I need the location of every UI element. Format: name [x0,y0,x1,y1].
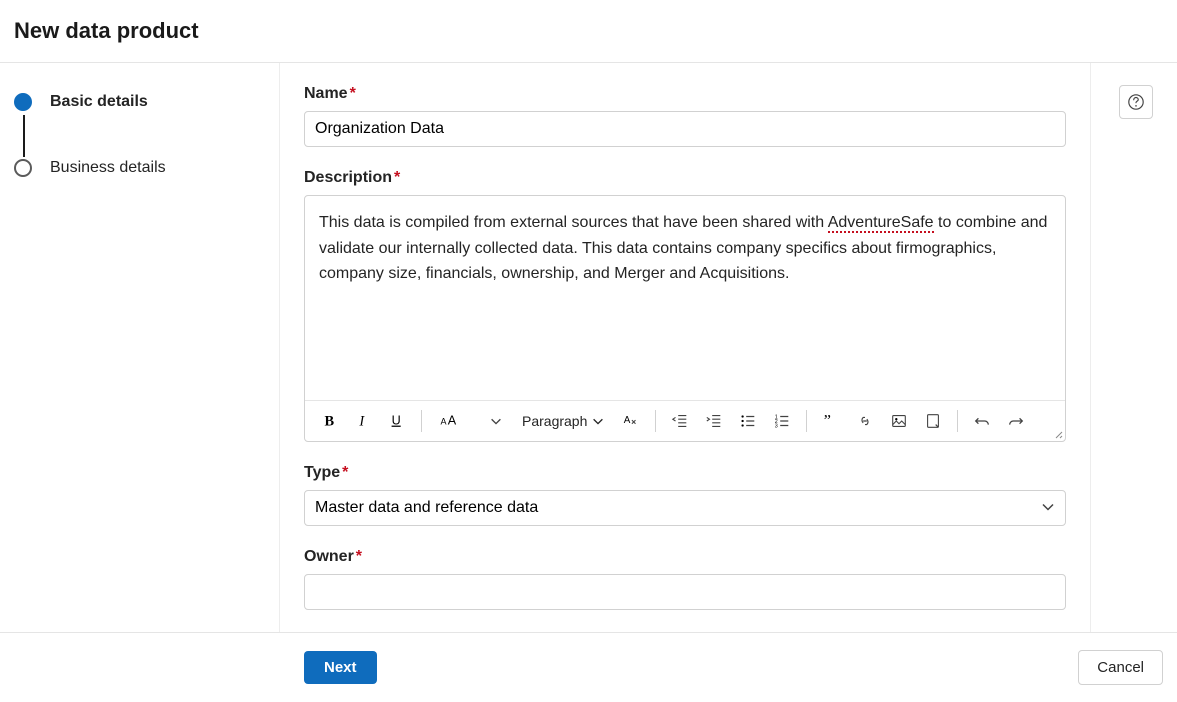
font-size-button[interactable]: AA [432,407,476,435]
image-button[interactable] [885,407,913,435]
svg-text:A: A [624,415,631,426]
name-input[interactable] [304,111,1066,147]
svg-text:U: U [392,414,401,428]
quote-button[interactable]: ” [817,407,845,435]
font-size-dropdown[interactable] [482,407,510,435]
step-indicator-inactive [14,159,32,177]
footer: Next Cancel [0,632,1177,702]
type-label: Type* [304,464,1066,482]
field-description: Description* This data is compiled from … [304,169,1066,442]
step-connector [23,115,25,157]
bold-button[interactable]: B [315,407,343,435]
name-label: Name* [304,85,1066,103]
field-type: Type* Master data and reference data [304,464,1066,526]
italic-button[interactable]: I [349,407,377,435]
editor-toolbar: B I U AA Paragraph A 123 [305,400,1065,441]
type-select[interactable]: Master data and reference data [304,490,1066,526]
numbered-list-button[interactable]: 123 [768,407,796,435]
help-icon [1127,93,1145,111]
right-gutter [1091,63,1177,635]
description-label: Description* [304,169,1066,187]
svg-text:I: I [358,414,365,430]
svg-text:A: A [441,417,447,427]
step-indicator-active [14,93,32,111]
required-indicator: * [356,548,362,565]
required-indicator: * [394,169,400,186]
owner-label: Owner* [304,548,1066,566]
steps-sidebar: Basic details Business details [0,63,280,635]
cancel-button[interactable]: Cancel [1078,650,1163,685]
required-indicator: * [350,85,356,102]
step-business-details[interactable]: Business details [14,159,265,177]
svg-text:B: B [325,414,335,430]
step-label: Business details [50,159,166,177]
clear-format-button[interactable]: A [617,407,645,435]
step-label: Basic details [50,93,148,111]
page-header: New data product [0,0,1177,63]
outdent-button[interactable] [666,407,694,435]
resize-handle-icon[interactable] [1051,427,1063,439]
toolbar-separator [421,410,422,432]
step-basic-details[interactable]: Basic details [14,93,265,111]
form-main: Name* Description* This data is compiled… [280,63,1091,635]
toolbar-separator [957,410,958,432]
svg-text:”: ” [824,412,831,430]
description-textarea[interactable]: This data is compiled from external sour… [305,196,1065,400]
required-indicator: * [342,464,348,481]
toolbar-separator [655,410,656,432]
spellcheck-word[interactable]: AdventureSafe [828,214,934,233]
description-editor: This data is compiled from external sour… [304,195,1066,442]
page-title: New data product [14,18,1163,44]
svg-text:3: 3 [775,423,778,429]
indent-button[interactable] [700,407,728,435]
paragraph-dropdown[interactable]: Paragraph [516,409,611,433]
bullet-list-button[interactable] [734,407,762,435]
link-button[interactable] [851,407,879,435]
redo-button[interactable] [1002,407,1030,435]
underline-button[interactable]: U [383,407,411,435]
owner-input[interactable] [304,574,1066,610]
field-owner: Owner* [304,548,1066,610]
help-button[interactable] [1119,85,1153,119]
attach-button[interactable] [919,407,947,435]
field-name: Name* [304,85,1066,147]
undo-button[interactable] [968,407,996,435]
svg-text:A: A [448,414,457,428]
toolbar-separator [806,410,807,432]
next-button[interactable]: Next [304,651,377,684]
